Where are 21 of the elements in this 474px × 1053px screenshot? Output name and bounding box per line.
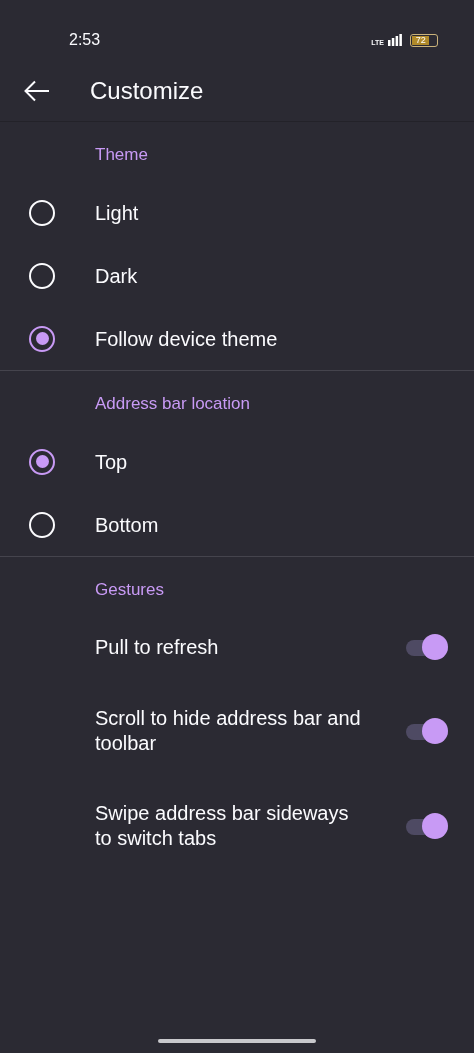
- setting-label: Scroll to hide address bar and toolbar: [95, 705, 362, 756]
- toggle-switch[interactable]: [406, 716, 448, 745]
- screen-title: Customize: [90, 75, 204, 106]
- option-label: Bottom: [95, 512, 159, 538]
- radio-button[interactable]: [29, 325, 55, 352]
- setting-label: Swipe address bar sideways to switch tabs: [95, 800, 350, 851]
- section-heading: Address bar location: [94, 393, 251, 415]
- section-heading: Gestures: [94, 579, 165, 601]
- section-heading: Theme: [94, 144, 149, 166]
- option-label: Top: [95, 449, 128, 475]
- status-time: 2:53: [69, 30, 101, 50]
- battery-level: 72: [412, 35, 430, 45]
- radio-button[interactable]: [29, 448, 55, 475]
- option-label: Light: [95, 200, 139, 226]
- setting-label: Pull to refresh: [95, 634, 220, 660]
- toggle-switch[interactable]: [406, 633, 448, 661]
- option-label: Follow device theme: [95, 326, 278, 352]
- back-icon[interactable]: [24, 79, 50, 102]
- signal-icon: [388, 34, 402, 46]
- toggle-switch[interactable]: [406, 811, 448, 840]
- option-label: Dark: [95, 263, 138, 289]
